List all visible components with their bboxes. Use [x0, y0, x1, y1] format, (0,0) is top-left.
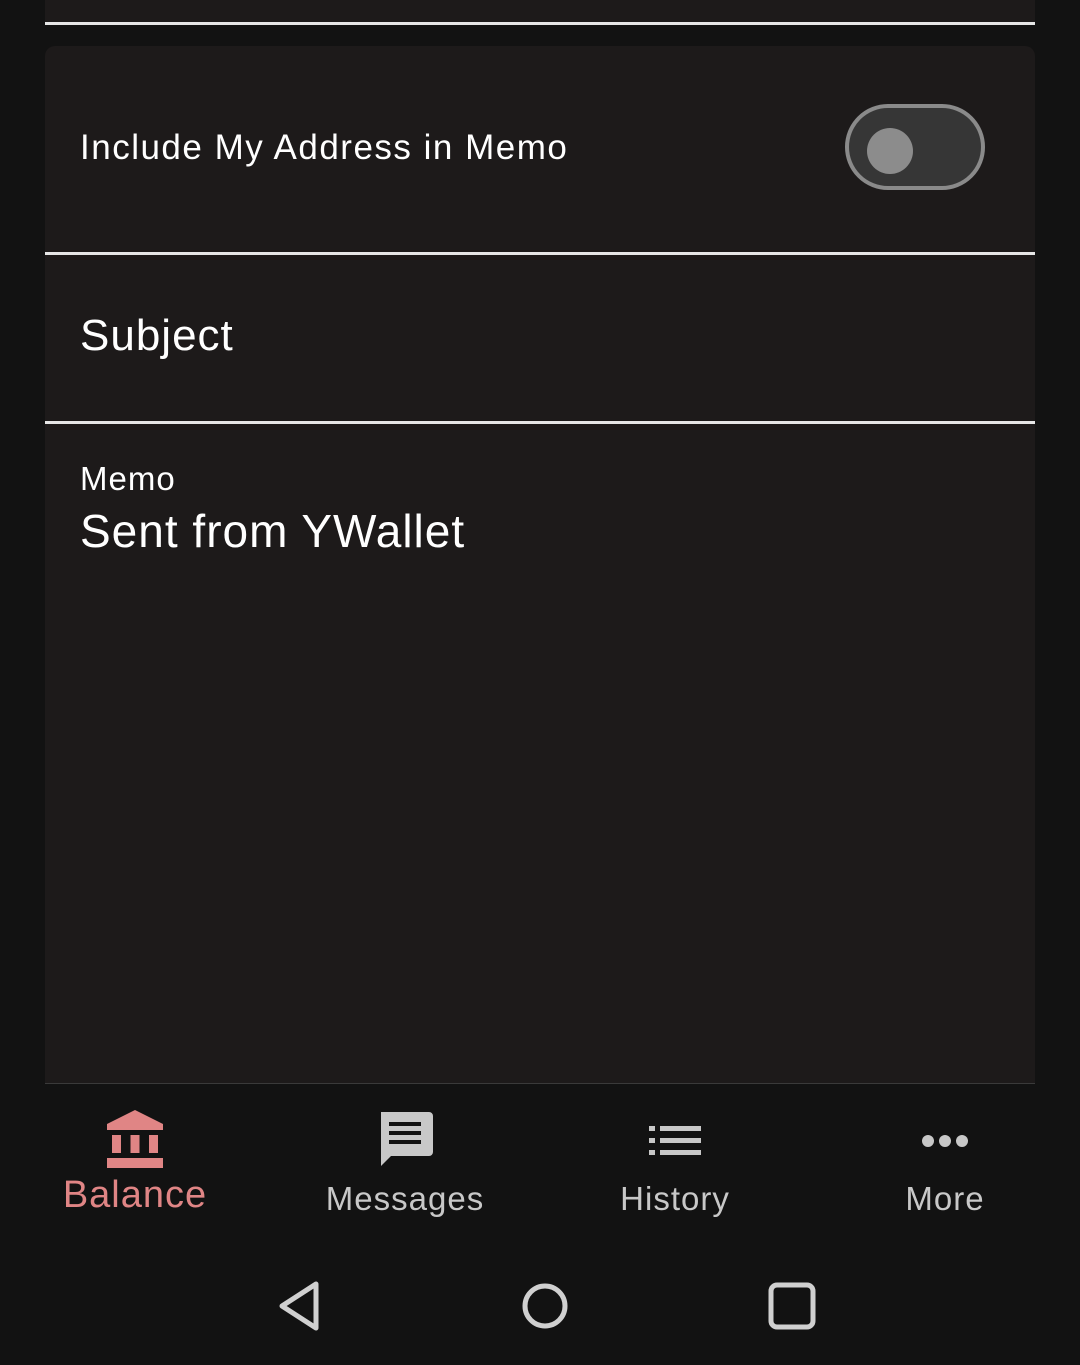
more-horizontal-icon — [922, 1135, 968, 1147]
include-address-row[interactable]: Include My Address in Memo — [45, 46, 1035, 255]
previous-field[interactable] — [45, 0, 1035, 25]
nav-item-history[interactable]: History — [540, 1084, 810, 1244]
memo-field[interactable]: Memo Sent from YWallet — [45, 424, 1035, 1084]
include-address-label: Include My Address in Memo — [80, 128, 569, 167]
bottom-navigation: Balance Messages History More — [0, 1084, 1080, 1244]
message-icon — [381, 1112, 433, 1166]
switch-thumb — [867, 128, 913, 174]
bank-icon — [107, 1110, 163, 1168]
memo-label: Memo — [80, 460, 176, 497]
nav-label-messages: Messages — [325, 1180, 485, 1217]
nav-label-balance: Balance — [62, 1174, 208, 1216]
system-navigation-bar — [0, 1244, 1080, 1365]
nav-item-balance[interactable]: Balance — [0, 1084, 270, 1244]
subject-field[interactable]: Subject — [45, 255, 1035, 424]
nav-label-history: History — [620, 1180, 730, 1217]
memo-value[interactable]: Sent from YWallet — [80, 504, 465, 558]
nav-item-messages[interactable]: Messages — [270, 1084, 540, 1244]
nav-label-more: More — [905, 1180, 985, 1217]
nav-item-more[interactable]: More — [810, 1084, 1080, 1244]
recents-icon[interactable] — [762, 1276, 822, 1336]
list-icon — [649, 1126, 701, 1155]
subject-placeholder: Subject — [80, 311, 234, 360]
include-address-switch[interactable] — [845, 104, 985, 190]
screen: Include My Address in Memo Subject Memo … — [0, 0, 1080, 1365]
home-icon[interactable] — [515, 1276, 575, 1336]
back-icon[interactable] — [270, 1276, 330, 1336]
